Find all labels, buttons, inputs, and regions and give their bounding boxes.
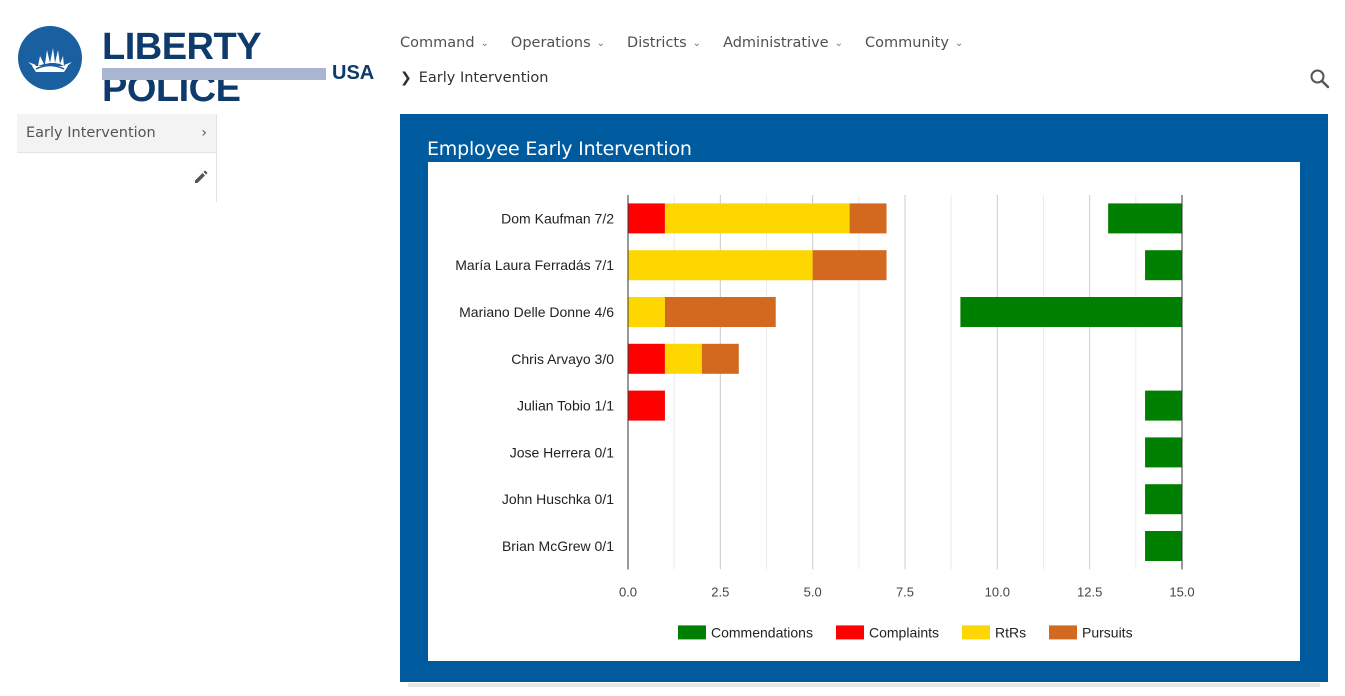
- bar-pursuits: [812, 250, 887, 281]
- chevron-right-icon: ›: [201, 125, 207, 141]
- legend-label-complaints: Complaints: [869, 624, 939, 640]
- chevron-down-icon: ⌄: [692, 37, 702, 49]
- category-label: John Huschka 0/1: [502, 491, 614, 507]
- category-label: Jose Herrera 0/1: [510, 444, 614, 460]
- x-tick-label: 7.5: [896, 584, 914, 599]
- early-intervention-panel: Employee Early Intervention Dom Kaufman …: [400, 114, 1328, 682]
- chevron-down-icon: ⌄: [954, 37, 964, 49]
- brand-logo[interactable]: LIBERTY POLICE USA: [18, 26, 378, 110]
- panel-title: Employee Early Intervention: [427, 138, 692, 160]
- chevron-right-icon: ❯: [400, 70, 412, 86]
- x-tick-label: 0.0: [619, 584, 637, 599]
- nav-item-label: Community: [865, 35, 949, 51]
- nav-item-administrative[interactable]: Administrative ⌄: [723, 32, 843, 54]
- bar-commendations: [1145, 250, 1182, 281]
- bar-complaints: [628, 203, 665, 234]
- chevron-down-icon: ⌄: [480, 37, 489, 49]
- category-label: María Laura Ferradás 7/1: [455, 257, 614, 273]
- stacked-bar-chart: Dom Kaufman 7/2 María Laura Ferradás 7/1 M…: [455, 195, 1195, 640]
- bar-commendations: [1108, 203, 1182, 234]
- nav-item-districts[interactable]: Districts ⌄: [627, 32, 701, 54]
- legend-label-pursuits: Pursuits: [1082, 624, 1133, 640]
- brand-underline: [102, 68, 326, 80]
- category-label: Dom Kaufman 7/2: [501, 210, 614, 226]
- chart-container: Dom Kaufman 7/2 María Laura Ferradás 7/1 M…: [428, 162, 1300, 661]
- legend-swatch-rtrs: [962, 625, 990, 640]
- sidebar-item-label: Early Intervention: [26, 125, 156, 141]
- breadcrumb: ❯ Early Intervention: [400, 70, 548, 86]
- panel-shadow: [408, 683, 1320, 687]
- nav-item-label: Operations: [510, 35, 591, 51]
- legend-label-commendations: Commendations: [711, 624, 813, 640]
- bar-complaints: [628, 343, 665, 374]
- bar-commendations: [960, 297, 1182, 327]
- search-icon[interactable]: [1309, 68, 1331, 90]
- legend-swatch-pursuits: [1049, 625, 1077, 640]
- category-label: Chris Arvayo 3/0: [511, 351, 614, 367]
- bar-commendations: [1145, 390, 1182, 421]
- bar-rtrs: [628, 297, 665, 327]
- brand-subtitle: USA: [332, 62, 375, 84]
- sidebar-item-early-intervention[interactable]: Early Intervention ›: [17, 114, 216, 153]
- chevron-down-icon: ⌄: [596, 37, 606, 49]
- bar-rtrs: [664, 343, 702, 374]
- category-label: Brian McGrew 0/1: [502, 538, 614, 554]
- nav-item-command[interactable]: Command ⌄: [400, 32, 489, 54]
- breadcrumb-current[interactable]: Early Intervention: [419, 70, 549, 86]
- x-tick-label: 12.5: [1077, 584, 1102, 599]
- legend-label-rtrs: RtRs: [995, 624, 1026, 640]
- bar-commendations: [1145, 484, 1182, 515]
- statue-of-liberty-icon: [18, 26, 82, 90]
- nav-item-label: Administrative: [723, 35, 829, 51]
- x-tick-label: 10.0: [985, 584, 1010, 599]
- nav-item-label: Districts: [627, 35, 687, 51]
- bar-commendations: [1145, 531, 1182, 561]
- sidebar: Early Intervention ›: [17, 114, 217, 202]
- x-tick-label: 2.5: [711, 584, 729, 599]
- pencil-icon[interactable]: [192, 168, 210, 186]
- nav-item-community[interactable]: Community ⌄: [865, 32, 963, 54]
- bar-pursuits: [849, 203, 887, 234]
- nav-item-operations[interactable]: Operations ⌄: [511, 32, 605, 54]
- legend-swatch-commendations: [678, 625, 706, 640]
- bar-complaints: [628, 390, 665, 421]
- category-label: Mariano Delle Donne 4/6: [459, 304, 614, 320]
- bar-rtrs: [664, 203, 850, 234]
- bar-pursuits: [664, 297, 776, 327]
- x-tick-label: 15.0: [1169, 584, 1194, 599]
- x-tick-label: 5.0: [804, 584, 822, 599]
- top-nav: Command ⌄ Operations ⌄ Districts ⌄ Admin…: [400, 32, 985, 54]
- bar-rtrs: [628, 250, 813, 281]
- category-label: Julian Tobio 1/1: [517, 398, 614, 414]
- legend-swatch-complaints: [836, 625, 864, 640]
- bar-pursuits: [701, 343, 739, 374]
- chevron-down-icon: ⌄: [834, 37, 843, 49]
- nav-item-label: Command: [400, 35, 475, 51]
- bar-commendations: [1145, 437, 1182, 468]
